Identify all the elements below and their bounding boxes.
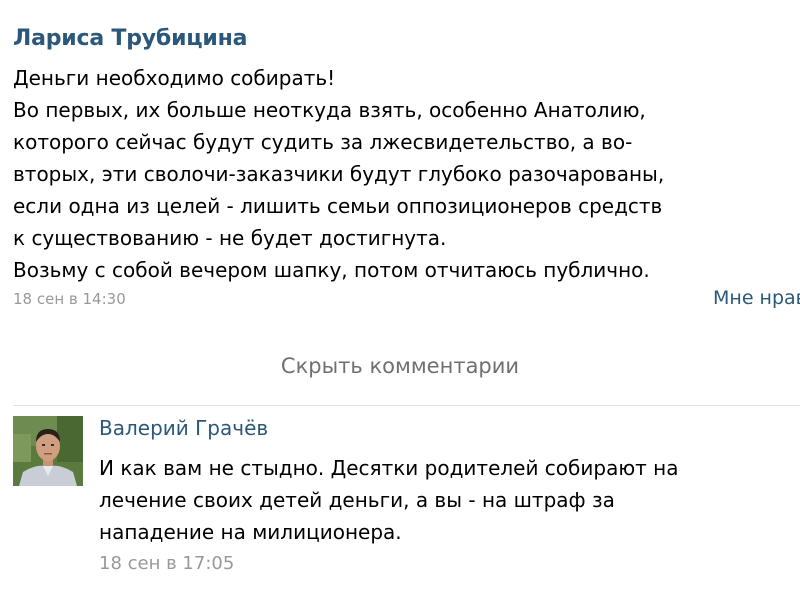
post-text-line: Деньги необходимо собирать!: [13, 66, 336, 90]
comment-text: И как вам не стыдно. Десятки родителей с…: [99, 452, 799, 548]
post-author-name[interactable]: Лариса Трубицина: [13, 26, 247, 51]
post-text-line: вторых, эти сволочи-заказчики будут глуб…: [13, 162, 665, 186]
post-text-line: Во первых, их больше неоткуда взять, осо…: [13, 98, 646, 122]
hide-comments-link[interactable]: Скрыть комментарии: [0, 354, 800, 378]
comment-author-name[interactable]: Валерий Грачёв: [99, 416, 268, 440]
comment-divider: [13, 405, 800, 406]
avatar-photo-icon: [13, 416, 83, 486]
post-text-line: Возьму с собой вечером шапку, потом отчи…: [13, 258, 650, 282]
comment-text-line: И как вам не стыдно. Десятки родителей с…: [99, 456, 679, 480]
like-button[interactable]: Мне нравится: [713, 287, 800, 309]
comment-date-link[interactable]: 18 сен в 17:05: [99, 553, 234, 574]
post-text-line: которого сейчас будут судить за лжесвиде…: [13, 130, 633, 154]
post-date-link[interactable]: 18 сен в 14:30: [13, 290, 126, 308]
comment-text-line: нападение на милиционера.: [99, 520, 402, 544]
post-text-line: если одна из целей - лишить семьи оппози…: [13, 194, 663, 218]
avatar[interactable]: [13, 416, 83, 486]
post-text: Деньги необходимо собирать! Во первых, и…: [13, 62, 793, 286]
post-text-line: к существованию - не будет достигнута.: [13, 226, 447, 250]
comment-text-line: лечение своих детей деньги, а вы - на шт…: [99, 488, 615, 512]
